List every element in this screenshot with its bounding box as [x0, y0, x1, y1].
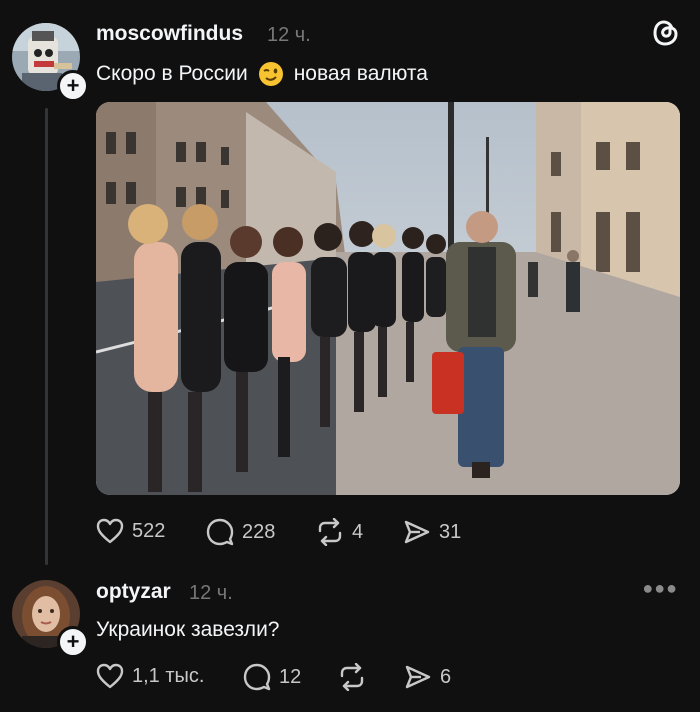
reply-follow-plus-icon[interactable]: + [57, 626, 89, 658]
comment-count: 228 [242, 520, 276, 543]
like-count: 522 [132, 519, 166, 542]
thread-connector-line [45, 108, 48, 565]
reply-share-count: 6 [440, 665, 452, 688]
reply-timestamp: 12 ч. [189, 582, 233, 604]
post-text-end: новая валюта [293, 62, 428, 85]
share-count: 31 [439, 520, 462, 543]
like-button[interactable]: 522 [96, 518, 165, 544]
reply-like-count: 1,1 тыс. [132, 664, 205, 687]
threads-logo-icon[interactable] [652, 18, 680, 53]
reply-username[interactable]: optyzar [96, 580, 171, 604]
heart-icon [96, 663, 124, 689]
post-timestamp: 12 ч. [267, 24, 311, 46]
reply-comment-button[interactable]: 12 [243, 663, 301, 691]
reply-share-button[interactable]: 6 [404, 663, 451, 691]
post-username[interactable]: moscowfindus [96, 22, 243, 46]
comment-button[interactable]: 228 [206, 518, 275, 546]
comment-bubble-icon [206, 518, 234, 546]
send-icon [403, 518, 431, 546]
post-text: Скоро в России новая валюта [96, 61, 428, 87]
reply-like-button[interactable]: 1,1 тыс. [96, 663, 204, 689]
share-button[interactable]: 31 [403, 518, 461, 546]
repost-button[interactable]: 4 [316, 518, 363, 546]
repost-icon [338, 663, 366, 691]
comment-bubble-icon [243, 663, 271, 691]
post-text-start: Скоро в России [96, 62, 248, 85]
post-image[interactable] [96, 102, 680, 495]
follow-plus-icon[interactable]: + [57, 70, 89, 102]
winking-face-icon [258, 61, 284, 87]
heart-icon [96, 518, 124, 544]
reply-repost-button[interactable] [338, 663, 366, 691]
repost-count: 4 [352, 520, 364, 543]
send-icon [404, 663, 432, 691]
more-options-icon[interactable]: ●●● [642, 578, 678, 599]
repost-icon [316, 518, 344, 546]
reply-comment-count: 12 [279, 665, 302, 688]
reply-text: Украинок завезли? [96, 618, 280, 641]
